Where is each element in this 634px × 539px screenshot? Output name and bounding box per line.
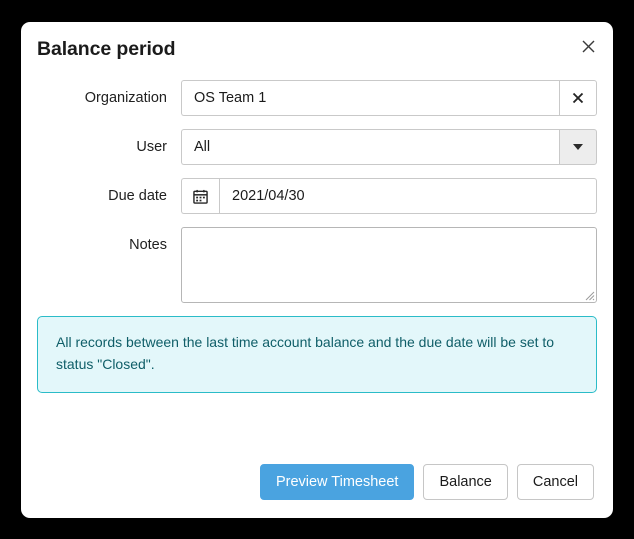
info-message-text: All records between the last time accoun… <box>56 334 555 372</box>
page-title: Balance period <box>37 38 176 60</box>
balance-period-dialog: Balance period Organization OS Team 1 Us… <box>21 22 613 518</box>
close-glyph <box>582 40 594 52</box>
notes-field-wrap <box>181 227 597 303</box>
info-message-box: All records between the last time accoun… <box>37 316 597 394</box>
organization-label: Organization <box>84 90 167 106</box>
chevron-down-icon[interactable] <box>559 129 597 165</box>
form-row-organization: Organization OS Team 1 <box>37 80 597 116</box>
preview-timesheet-button[interactable]: Preview Timesheet <box>259 464 415 500</box>
calendar-icon[interactable] <box>181 178 219 214</box>
balance-button[interactable]: Balance <box>423 464 508 500</box>
user-label: User <box>136 139 167 155</box>
form-row-user: User All <box>37 129 597 165</box>
due-date-input[interactable]: 2021/04/30 <box>219 178 597 214</box>
organization-field-wrap: OS Team 1 <box>181 80 597 116</box>
due-date-field-wrap: 2021/04/30 <box>181 178 597 214</box>
due-date-input-group: 2021/04/30 <box>181 178 597 214</box>
form-row-notes: Notes <box>37 227 597 303</box>
organization-input-group: OS Team 1 <box>181 80 597 116</box>
user-field-wrap: All <box>181 129 597 165</box>
user-select-value[interactable]: All <box>181 129 559 165</box>
due-date-label: Due date <box>108 188 167 204</box>
cancel-button[interactable]: Cancel <box>516 464 594 500</box>
dialog-header: Balance period <box>21 22 613 80</box>
organization-input[interactable]: OS Team 1 <box>181 80 559 116</box>
calendar-glyph <box>193 189 208 204</box>
close-icon[interactable] <box>574 32 602 60</box>
close-glyph-small <box>572 92 584 104</box>
form-body: Organization OS Team 1 User All Due date… <box>21 80 613 303</box>
notes-label: Notes <box>129 237 167 253</box>
clear-organization-icon[interactable] <box>559 80 597 116</box>
notes-wrap <box>181 227 597 303</box>
form-row-due-date: Due date 2021/04/30 <box>37 178 597 214</box>
user-select-group: All <box>181 129 597 165</box>
dialog-footer: Preview Timesheet Balance Cancel <box>21 446 613 518</box>
caret-glyph <box>573 144 583 150</box>
notes-input[interactable] <box>181 227 597 303</box>
